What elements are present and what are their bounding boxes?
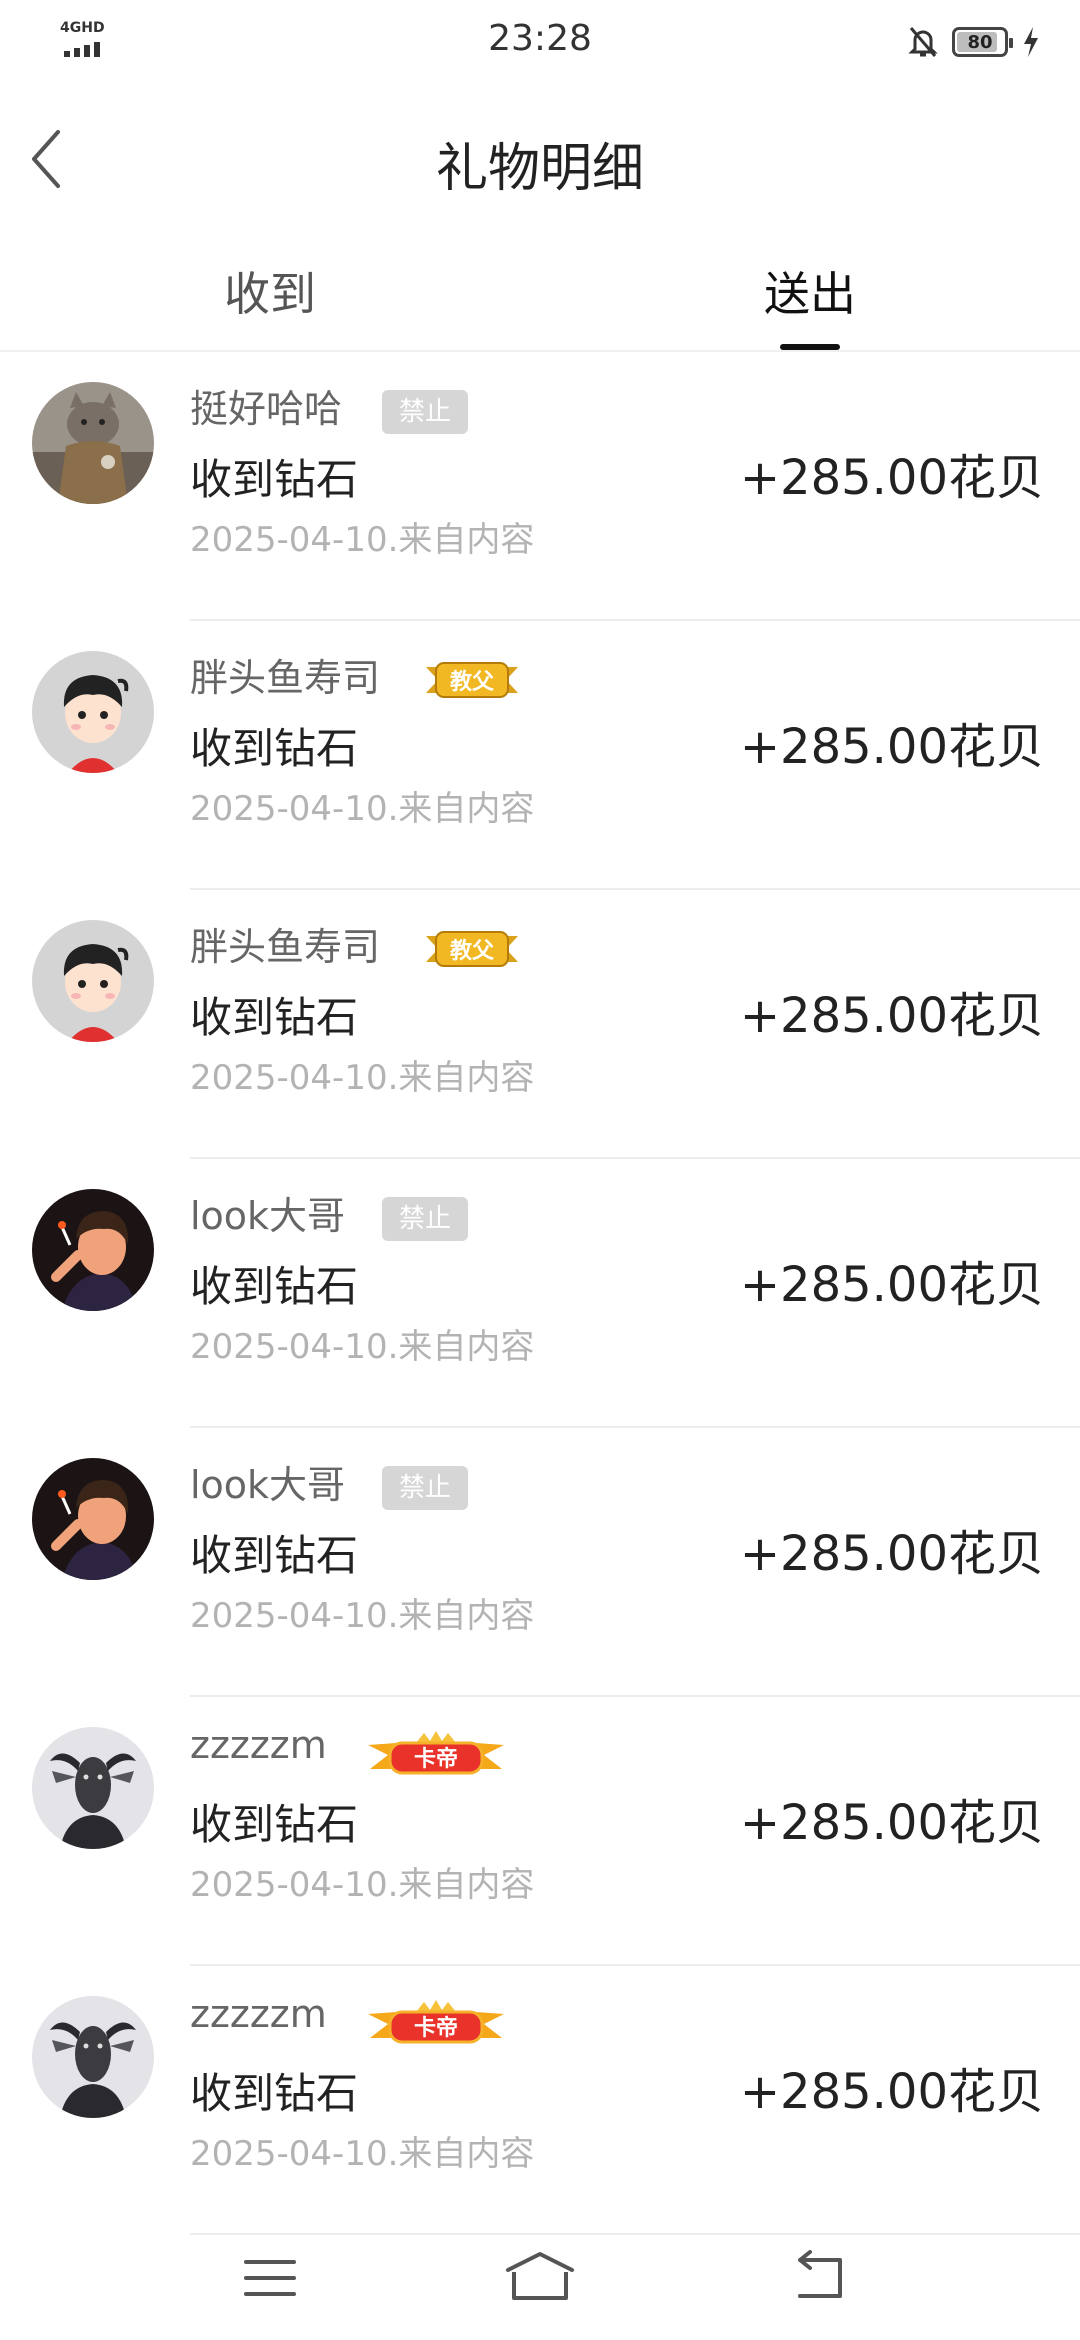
username: look大哥 (190, 1194, 346, 1238)
badge-text: 卡帝 (414, 1746, 458, 1772)
avatar[interactable] (32, 1727, 154, 1849)
cat-in-jacket-avatar-icon (32, 382, 154, 504)
goat-mask-avatar-icon (32, 1996, 154, 2118)
record-amount: +285.00花贝 (739, 1257, 1044, 1313)
avatar[interactable] (32, 920, 154, 1042)
username: look大哥 (190, 1463, 346, 1507)
charging-icon (1024, 27, 1038, 57)
cartoon-boy-avatar-icon (32, 651, 154, 773)
medal-badge-icon: 教父 (426, 931, 518, 967)
record-date: 2025-04-10.来自内容 (190, 1327, 535, 1367)
list-item[interactable]: 胖头鱼寿司 教父 收到钻石 2025-04-10.来自内容 +285.00花贝 (0, 890, 1080, 1159)
avatar[interactable] (32, 382, 154, 504)
battery-level: 80 (967, 31, 993, 53)
record-date: 2025-04-10.来自内容 (190, 789, 535, 829)
badge-text: 教父 (450, 938, 495, 964)
anime-smoker-avatar-icon (32, 1458, 154, 1580)
battery-icon: 80 (952, 27, 1013, 57)
record-description: 收到钻石 (190, 724, 359, 773)
record-description: 收到钻石 (190, 1800, 359, 1849)
username: 挺好哈哈 (190, 387, 343, 431)
tab-sent[interactable]: 送出 (660, 258, 960, 324)
record-description: 收到钻石 (190, 455, 359, 504)
status-bar: 4GHD 23:28 80 (0, 0, 1080, 84)
crown-badge: 卡帝 (366, 1731, 506, 1779)
list-item[interactable]: zzzzzm 卡帝 收到钻石 2025-04-10.来自内容 +285.00花贝 (0, 1697, 1080, 1966)
record-date: 2025-04-10.来自内容 (190, 1058, 535, 1098)
record-description: 收到钻石 (190, 993, 359, 1042)
record-amount: +285.00花贝 (739, 1795, 1044, 1851)
avatar[interactable] (32, 1458, 154, 1580)
record-amount: +285.00花贝 (739, 988, 1044, 1044)
system-navigation-bar (0, 2210, 1080, 2340)
badge-text: 卡帝 (414, 2015, 458, 2041)
list-item[interactable]: 胖头鱼寿司 教父 收到钻石 2025-04-10.来自内容 +285.00花贝 (0, 621, 1080, 890)
active-tab-indicator (780, 344, 840, 350)
navigation-bar: 礼物明细 (0, 84, 1080, 234)
banned-badge: 禁止 (382, 1466, 468, 1510)
medal-badge: 教父 (424, 657, 520, 703)
home-icon[interactable] (500, 2248, 580, 2308)
anime-smoker-avatar-icon (32, 1189, 154, 1311)
cartoon-boy-avatar-icon (32, 920, 154, 1042)
record-date: 2025-04-10.来自内容 (190, 1596, 535, 1636)
medal-badge: 教父 (424, 926, 520, 972)
tab-received[interactable]: 收到 (120, 258, 420, 324)
record-amount: +285.00花贝 (739, 1526, 1044, 1582)
banned-badge: 禁止 (382, 1197, 468, 1241)
username: 胖头鱼寿司 (190, 656, 381, 700)
list-item[interactable]: 挺好哈哈 禁止 收到钻石 2025-04-10.来自内容 +285.00花贝 (0, 352, 1080, 621)
record-date: 2025-04-10.来自内容 (190, 1865, 535, 1905)
avatar[interactable] (32, 1996, 154, 2118)
username: 胖头鱼寿司 (190, 925, 381, 969)
crown-badge-icon: 卡帝 (368, 1731, 504, 1775)
crown-badge: 卡帝 (366, 2000, 506, 2048)
list-item[interactable]: look大哥 禁止 收到钻石 2025-04-10.来自内容 +285.00花贝 (0, 1159, 1080, 1428)
record-date: 2025-04-10.来自内容 (190, 2134, 535, 2174)
notification-off-icon (908, 27, 938, 57)
record-date: 2025-04-10.来自内容 (190, 520, 535, 560)
record-amount: +285.00花贝 (739, 2064, 1044, 2120)
back-icon[interactable] (780, 2248, 860, 2308)
record-description: 收到钻石 (190, 1531, 359, 1580)
list-item[interactable]: look大哥 禁止 收到钻石 2025-04-10.来自内容 +285.00花贝 (0, 1428, 1080, 1697)
goat-mask-avatar-icon (32, 1727, 154, 1849)
avatar[interactable] (32, 651, 154, 773)
banned-badge: 禁止 (382, 390, 468, 434)
list-item[interactable]: zzzzzm 卡帝 收到钻石 2025-04-10.来自内容 +285.00花贝 (0, 1966, 1080, 2235)
crown-badge-icon: 卡帝 (368, 2000, 504, 2044)
medal-badge-icon: 教父 (426, 662, 518, 698)
record-amount: +285.00花贝 (739, 450, 1044, 506)
gift-record-list[interactable]: 挺好哈哈 禁止 收到钻石 2025-04-10.来自内容 +285.00花贝 胖… (0, 352, 1080, 2235)
username: zzzzzm (190, 1723, 327, 1767)
badge-text: 教父 (450, 669, 495, 695)
record-description: 收到钻石 (190, 2069, 359, 2118)
tab-bar: 收到 送出 (0, 234, 1080, 352)
menu-icon[interactable] (230, 2248, 310, 2308)
record-amount: +285.00花贝 (739, 719, 1044, 775)
record-description: 收到钻石 (190, 1262, 359, 1311)
status-icons: 80 (908, 22, 1040, 62)
page-title: 礼物明细 (435, 139, 644, 199)
avatar[interactable] (32, 1189, 154, 1311)
username: zzzzzm (190, 1992, 327, 2036)
